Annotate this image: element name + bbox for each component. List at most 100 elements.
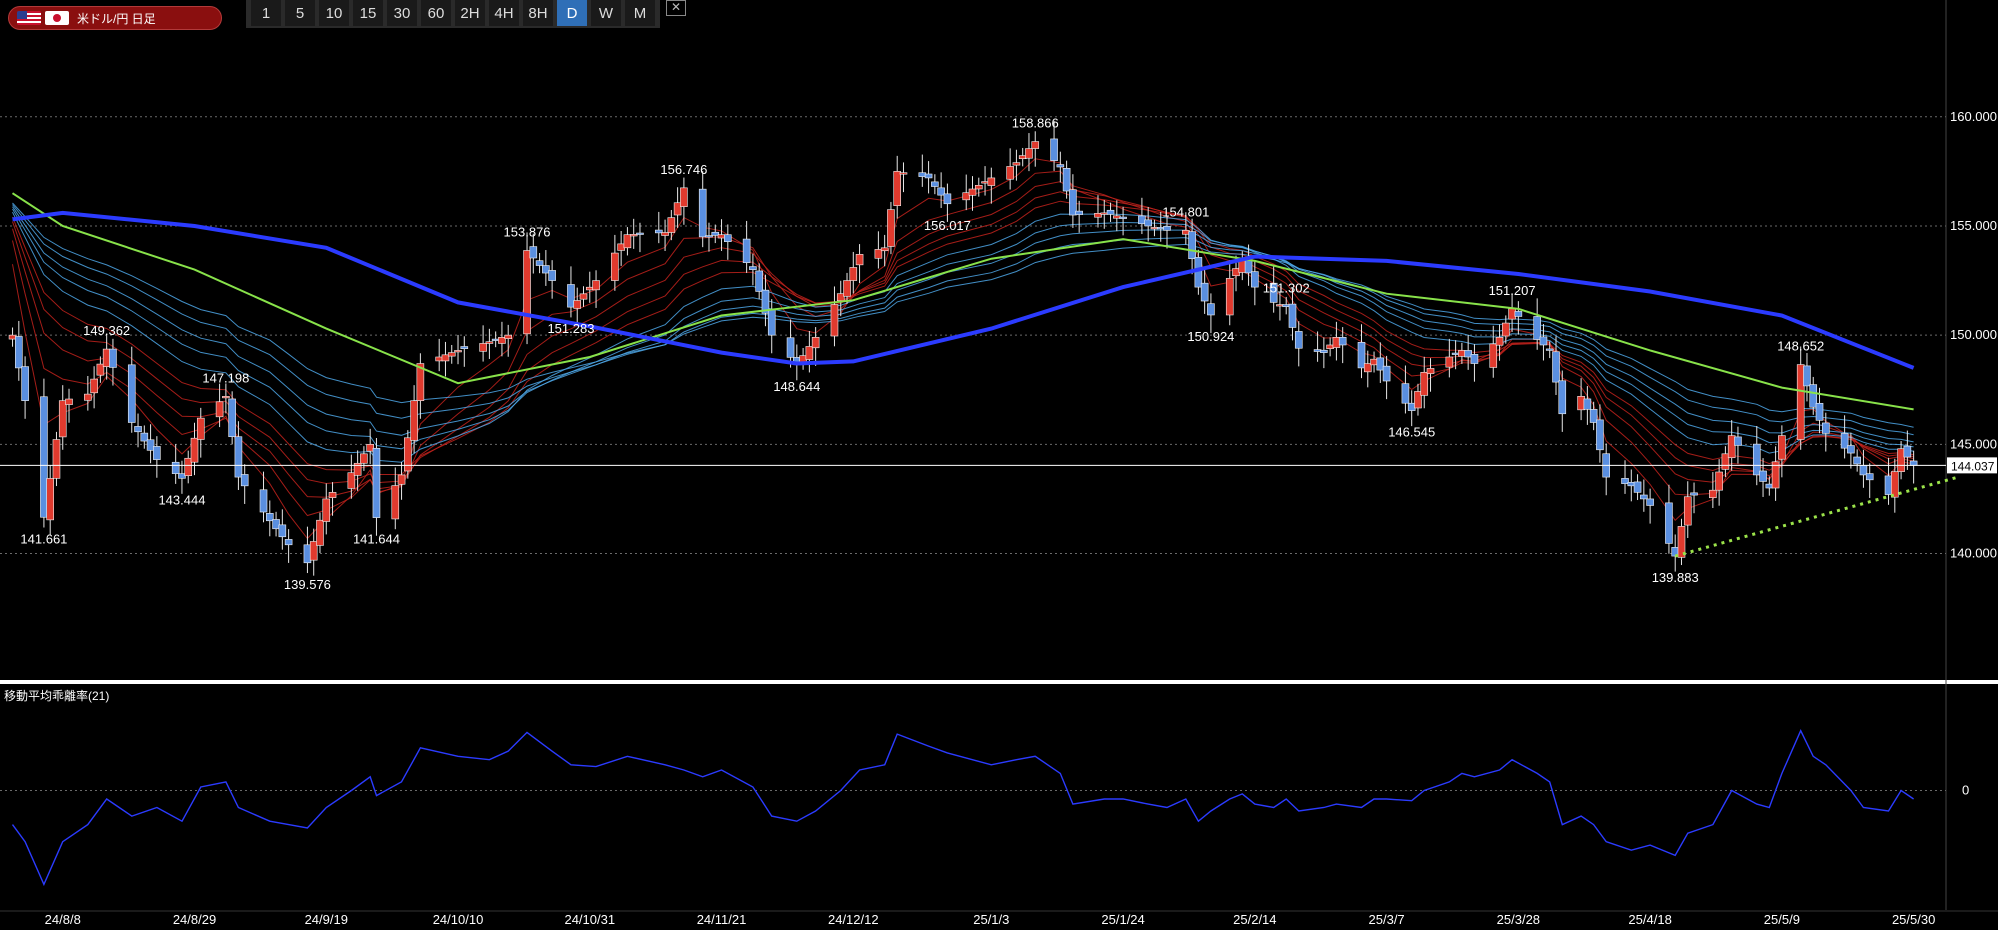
candle-body bbox=[366, 444, 374, 452]
candle-body bbox=[855, 254, 864, 266]
candle-body bbox=[535, 260, 544, 266]
candle-body bbox=[1545, 348, 1554, 351]
candle-body bbox=[1106, 209, 1115, 215]
time-tick-label: 25/3/7 bbox=[1369, 912, 1405, 927]
candle-body bbox=[504, 334, 513, 339]
candle-body bbox=[1025, 148, 1033, 159]
price-annotation: 139.576 bbox=[284, 577, 331, 592]
time-tick-label: 24/8/29 bbox=[173, 912, 216, 927]
price-tick-label: 150.000 bbox=[1950, 327, 1997, 342]
price-annotation: 150.924 bbox=[1187, 329, 1234, 344]
time-tick-label: 25/5/30 bbox=[1892, 912, 1935, 927]
candle-body bbox=[109, 348, 117, 368]
candle-body bbox=[1426, 368, 1435, 374]
candle-body bbox=[542, 265, 550, 274]
candle-body bbox=[1094, 212, 1102, 218]
price-chart: 140.000 145.000 150.000 155.000 160.000 0 24/8… bbox=[0, 0, 1998, 927]
candle-body bbox=[1884, 475, 1893, 495]
candle-body bbox=[579, 293, 588, 300]
price-annotation: 143.444 bbox=[158, 492, 205, 507]
candle-body bbox=[1414, 391, 1422, 409]
candle-body bbox=[316, 519, 324, 546]
candle-body bbox=[46, 478, 54, 521]
candle-body bbox=[1451, 352, 1460, 355]
candle-body bbox=[1508, 308, 1516, 320]
candle-body bbox=[441, 354, 450, 362]
candle-body bbox=[529, 246, 538, 259]
time-tick-label: 24/10/10 bbox=[433, 912, 484, 927]
candle-body bbox=[1445, 356, 1454, 368]
price-tick-label: 145.000 bbox=[1950, 436, 1997, 451]
candle-body bbox=[460, 346, 469, 349]
candle-body bbox=[698, 188, 707, 238]
candle-body bbox=[1276, 304, 1284, 307]
candle-body bbox=[1752, 443, 1761, 476]
candle-body bbox=[755, 270, 763, 292]
candle-body bbox=[15, 336, 23, 369]
candle-body bbox=[454, 350, 462, 353]
candle-body bbox=[629, 234, 638, 237]
candle-body bbox=[1018, 155, 1027, 160]
candle-body bbox=[485, 341, 494, 344]
candle-body bbox=[309, 541, 318, 561]
time-tick-label: 24/11/21 bbox=[697, 912, 747, 927]
price-annotation: 139.883 bbox=[1652, 570, 1699, 585]
candle-body bbox=[259, 489, 268, 513]
candle-body bbox=[1363, 363, 1372, 373]
candle-body bbox=[153, 446, 161, 460]
candle-body bbox=[717, 234, 726, 239]
candle-body bbox=[548, 270, 556, 281]
candle-body bbox=[661, 232, 669, 236]
candle-body bbox=[1621, 478, 1629, 484]
candle-body bbox=[146, 439, 155, 451]
candle-body bbox=[1847, 445, 1855, 454]
candle-body bbox=[836, 293, 845, 301]
price-tick-label: 140.000 bbox=[1950, 546, 1997, 561]
candle-body bbox=[893, 171, 902, 206]
candle-body bbox=[805, 346, 814, 360]
candle-body bbox=[52, 439, 61, 479]
candle-body bbox=[918, 172, 927, 177]
candle-body bbox=[887, 209, 895, 247]
candle-body bbox=[234, 436, 243, 478]
candle-body bbox=[1075, 210, 1083, 215]
candle-body bbox=[228, 398, 236, 438]
candle-body bbox=[1370, 358, 1378, 366]
candle-body bbox=[843, 280, 851, 297]
candle-body bbox=[1633, 481, 1642, 493]
candle-body bbox=[1182, 230, 1190, 235]
candle-body bbox=[1690, 492, 1698, 496]
ma-long-line bbox=[12, 210, 1915, 370]
candle-body bbox=[140, 432, 149, 442]
candle-body bbox=[1407, 402, 1416, 411]
candle-body bbox=[21, 366, 29, 401]
price-tick-label: 160.000 bbox=[1950, 109, 1997, 124]
candle-body bbox=[749, 266, 757, 270]
candle-body bbox=[1821, 422, 1830, 434]
candle-body bbox=[937, 187, 945, 196]
candle-body bbox=[1244, 259, 1253, 274]
candle-body bbox=[1050, 138, 1058, 161]
candle-body bbox=[592, 280, 600, 291]
price-annotation: 151.283 bbox=[547, 321, 594, 336]
price-annotation: 141.661 bbox=[20, 531, 67, 546]
candle-body bbox=[190, 437, 199, 463]
candle-body bbox=[1282, 304, 1291, 308]
candle-body bbox=[1294, 331, 1303, 349]
price-annotation: 151.302 bbox=[1263, 281, 1310, 296]
candle-body bbox=[585, 286, 594, 291]
candle-body bbox=[1533, 316, 1541, 340]
candle-body bbox=[1640, 494, 1648, 500]
candle-body bbox=[65, 398, 73, 405]
candle-body bbox=[372, 447, 381, 518]
candle-body bbox=[1163, 225, 1171, 231]
candle-body bbox=[360, 453, 368, 464]
candle-body bbox=[1596, 419, 1604, 451]
time-tick-label: 24/9/19 bbox=[305, 912, 348, 927]
candle-body bbox=[1891, 471, 1899, 498]
candle-body bbox=[811, 337, 820, 349]
candle-body bbox=[84, 393, 92, 401]
candle-body bbox=[1759, 470, 1767, 482]
candle-body bbox=[1646, 498, 1654, 506]
deviation-line bbox=[11, 729, 1914, 887]
